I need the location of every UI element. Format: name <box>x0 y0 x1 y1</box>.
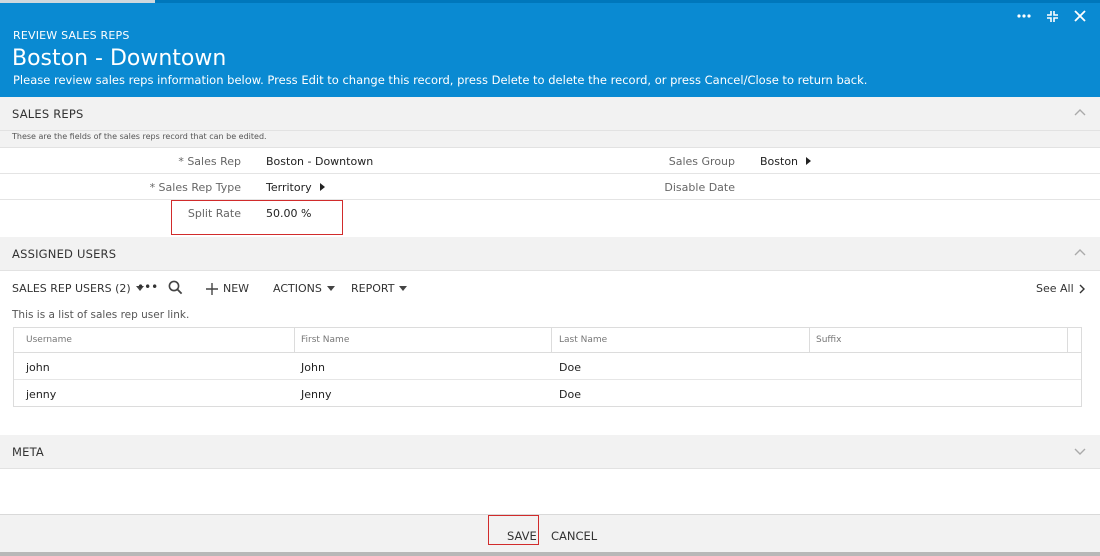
sales-group-field[interactable]: Boston <box>760 155 812 168</box>
sales-rep-users-table: Username First Name Last Name Suffix joh… <box>13 327 1082 407</box>
report-label: REPORT <box>351 282 395 295</box>
header-actions <box>1016 7 1088 25</box>
cell-username: john <box>26 361 50 374</box>
column-header-suffix[interactable]: Suffix <box>816 335 841 345</box>
dialog-footer: SAVE CANCEL <box>0 514 1100 556</box>
caret-right-icon <box>806 157 812 165</box>
list-description: This is a list of sales rep user link. <box>12 309 190 321</box>
more-icon: ••• <box>137 280 159 294</box>
sales-rep-type-field[interactable]: Territory <box>266 181 325 194</box>
minimize-icon[interactable] <box>1044 7 1060 25</box>
see-all-link[interactable]: See All <box>1036 282 1086 295</box>
cell-last-name: Doe <box>559 388 581 401</box>
column-header-first-name[interactable]: First Name <box>301 335 349 345</box>
field-row-3: Split Rate 50.00 % <box>0 200 1100 237</box>
chevron-up-icon[interactable] <box>1074 248 1086 258</box>
section-sales-reps[interactable]: SALES REPS <box>0 97 1100 131</box>
section-assigned-users[interactable]: ASSIGNED USERS <box>0 237 1100 271</box>
report-dropdown[interactable]: REPORT <box>351 282 408 295</box>
more-icon[interactable] <box>1016 7 1032 25</box>
field-row-1: * Sales Rep Boston - Downtown Sales Grou… <box>0 148 1100 174</box>
actions-dropdown[interactable]: ACTIONS <box>273 282 335 295</box>
sales-group-value: Boston <box>760 155 799 168</box>
cancel-button[interactable]: CANCEL <box>551 529 597 543</box>
plus-icon <box>206 282 218 295</box>
close-icon[interactable] <box>1072 7 1088 25</box>
table-header: Username First Name Last Name Suffix <box>14 328 1081 353</box>
search-button[interactable] <box>168 280 183 295</box>
bottom-strip <box>0 552 1100 556</box>
caret-right-icon <box>319 183 325 191</box>
chevron-up-icon[interactable] <box>1074 108 1086 118</box>
disable-date-label: Disable Date <box>664 181 735 194</box>
search-icon <box>168 280 183 295</box>
table-row[interactable]: john John Doe <box>14 353 1081 380</box>
section-label: ASSIGNED USERS <box>12 247 117 261</box>
chevron-right-icon <box>1079 284 1085 293</box>
list-title-dropdown[interactable]: SALES REP USERS (2) <box>12 282 144 295</box>
module-label: REVIEW SALES REPS <box>13 29 130 42</box>
list-title: SALES REP USERS (2) <box>12 282 131 295</box>
sales-rep-type-label: * Sales Rep Type <box>149 181 241 194</box>
save-highlight <box>488 515 539 545</box>
new-label: NEW <box>223 282 250 295</box>
section-label: SALES REPS <box>12 107 84 121</box>
list-toolbar: SALES REP USERS (2) ••• NEW ACTIONS REPO… <box>0 278 1100 300</box>
section-label: META <box>12 445 44 459</box>
chevron-down-icon[interactable] <box>1074 446 1086 456</box>
caret-down-icon <box>326 286 335 291</box>
actions-label: ACTIONS <box>273 282 322 295</box>
table-row[interactable]: jenny Jenny Doe <box>14 380 1081 407</box>
split-rate-highlight <box>171 200 343 235</box>
caret-down-icon <box>399 286 408 291</box>
sales-group-label: Sales Group <box>668 155 735 168</box>
sales-rep-type-value: Territory <box>266 181 312 194</box>
dialog-header: REVIEW SALES REPS Boston - Downtown Plea… <box>0 3 1100 97</box>
column-header-username[interactable]: Username <box>26 335 72 345</box>
sales-rep-label: * Sales Rep <box>178 155 241 168</box>
sales-rep-value[interactable]: Boston - Downtown <box>266 155 373 168</box>
section-description: These are the fields of the sales reps r… <box>12 132 267 141</box>
section-meta[interactable]: META <box>0 435 1100 469</box>
page-title: Boston - Downtown <box>12 46 227 71</box>
cell-first-name: John <box>301 361 325 374</box>
cell-last-name: Doe <box>559 361 581 374</box>
page-subtitle: Please review sales reps information bel… <box>13 73 868 87</box>
cell-first-name: Jenny <box>301 388 332 401</box>
field-row-2: * Sales Rep Type Territory Disable Date <box>0 174 1100 200</box>
see-all-label: See All <box>1036 282 1074 295</box>
new-button[interactable]: NEW <box>206 282 249 295</box>
column-header-last-name[interactable]: Last Name <box>559 335 607 345</box>
cell-username: jenny <box>26 388 57 401</box>
more-actions-button[interactable]: ••• <box>137 280 158 294</box>
